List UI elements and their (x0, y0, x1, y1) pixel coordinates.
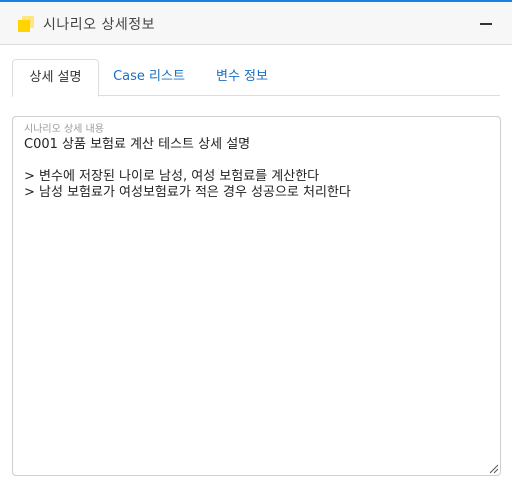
scenario-detail-panel: 시나리오 상세정보 상세 설명 Case 리스트 변수 정보 시나리오 상세 내… (0, 0, 512, 491)
panel-header: 시나리오 상세정보 (0, 2, 512, 45)
tab-case-list[interactable]: Case 리스트 (103, 59, 195, 96)
panel-title: 시나리오 상세정보 (43, 17, 155, 33)
resize-handle-icon[interactable] (488, 463, 499, 474)
scenario-description-label: 시나리오 상세 내용 (24, 124, 104, 135)
minus-icon (480, 23, 492, 25)
scenario-description-textarea[interactable]: C001 상품 보험료 계산 테스트 상세 설명 > 변수에 저장된 나이로 남… (24, 137, 489, 467)
stacked-squares-icon (18, 16, 34, 32)
scenario-description-field: 시나리오 상세 내용 C001 상품 보험료 계산 테스트 상세 설명 > 변수… (12, 116, 501, 476)
collapse-button[interactable] (478, 14, 494, 32)
tab-bar: 상세 설명 Case 리스트 변수 정보 (12, 59, 500, 97)
tab-variable-info[interactable]: 변수 정보 (202, 59, 282, 96)
tab-detail-description[interactable]: 상세 설명 (12, 59, 99, 97)
